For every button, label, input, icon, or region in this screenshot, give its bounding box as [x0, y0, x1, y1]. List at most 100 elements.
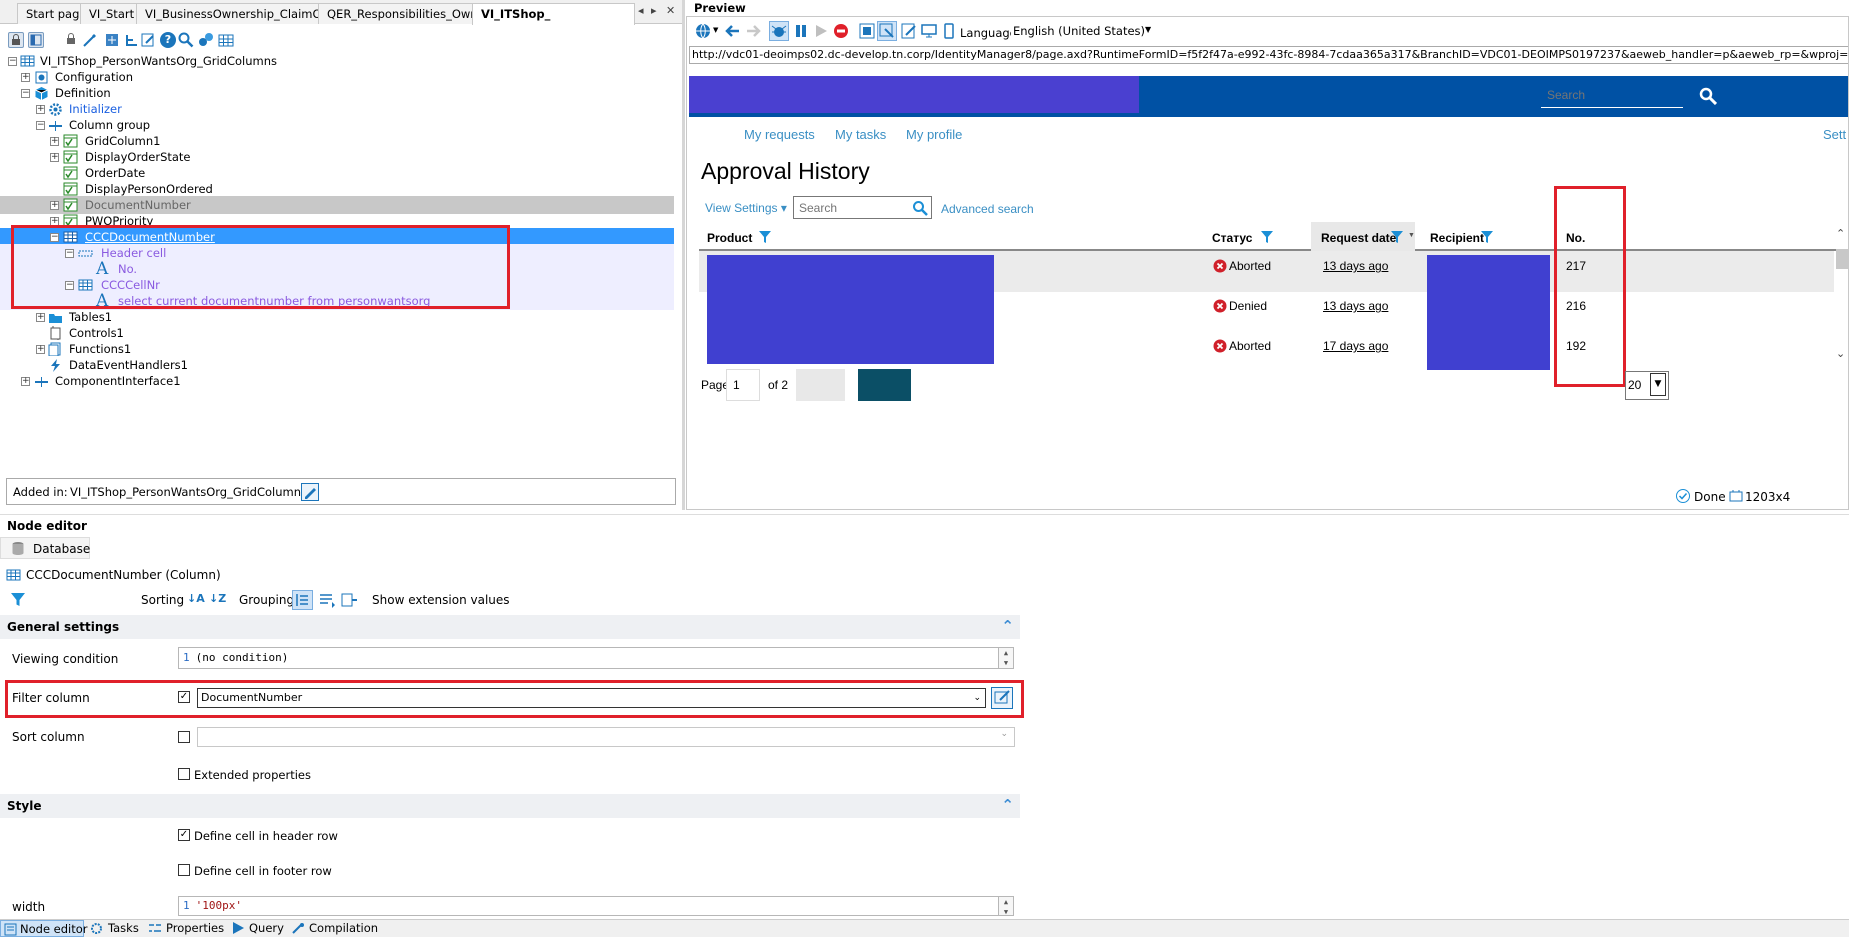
- mobile-icon[interactable]: [941, 23, 957, 39]
- collapse-chevron-icon[interactable]: ⌃: [1001, 619, 1014, 634]
- spinner-icon[interactable]: ▲ ▼: [998, 647, 1014, 669]
- extended-properties-checkbox[interactable]: [178, 768, 190, 780]
- search-icon[interactable]: [1699, 87, 1717, 105]
- nav-my-requests[interactable]: My requests: [744, 127, 815, 142]
- collapse-icon[interactable]: −: [21, 89, 30, 98]
- group-list-icon[interactable]: [318, 592, 336, 608]
- expand-icon[interactable]: +: [36, 105, 45, 114]
- tab-scroll-left-icon[interactable]: ◂: [638, 4, 644, 17]
- tree-icon[interactable]: [124, 32, 140, 48]
- group-category-button[interactable]: [292, 590, 313, 610]
- filter-column-checkbox[interactable]: ✓: [178, 691, 190, 703]
- column-header-recipient[interactable]: Recipient: [1430, 231, 1484, 245]
- view-settings-link[interactable]: View Settings ▾: [705, 201, 787, 215]
- tab-node-editor[interactable]: Node editor: [0, 920, 88, 937]
- expand-icon[interactable]: +: [50, 201, 59, 210]
- dropdown-arrow-icon[interactable]: ▼: [713, 26, 718, 34]
- expand-icon[interactable]: +: [50, 153, 59, 162]
- filter-column-select[interactable]: DocumentNumber ⌄: [197, 688, 986, 708]
- expand-icon[interactable]: +: [36, 345, 45, 354]
- url-bar[interactable]: http://vdc01-deoimps02.dc-develop.tn.cor…: [689, 46, 1848, 64]
- edit-added-in-button[interactable]: [301, 483, 319, 501]
- filter-icon[interactable]: [1390, 230, 1404, 244]
- page-number-input[interactable]: 1: [726, 369, 760, 401]
- build-icon[interactable]: [104, 32, 120, 48]
- desktop-icon[interactable]: [921, 23, 937, 39]
- layout-icon[interactable]: [28, 32, 44, 48]
- nav-my-tasks[interactable]: My tasks: [835, 127, 886, 142]
- define-footer-checkbox[interactable]: [178, 864, 190, 876]
- sort-column-checkbox[interactable]: [178, 731, 190, 743]
- wizard-icon[interactable]: [82, 32, 98, 48]
- tab-properties[interactable]: Properties: [148, 920, 228, 937]
- sort-desc-icon[interactable]: ▼: [1408, 232, 1415, 239]
- spinner-icon[interactable]: ▲ ▼: [998, 896, 1014, 916]
- nav-settings[interactable]: Sett: [1823, 127, 1846, 142]
- expand-icon[interactable]: +: [50, 137, 59, 146]
- filter-icon[interactable]: [1260, 230, 1274, 244]
- general-settings-header[interactable]: General settings ⌃: [0, 615, 1020, 639]
- lock-small-icon[interactable]: [64, 32, 80, 48]
- nav-my-profile[interactable]: My profile: [906, 127, 962, 142]
- scroll-up-icon[interactable]: ⌃: [1836, 227, 1845, 240]
- grid-icon[interactable]: [218, 32, 234, 48]
- search-icon[interactable]: [178, 32, 194, 48]
- sort-column-select[interactable]: ⌄: [197, 727, 1015, 747]
- group-tree-icon[interactable]: [340, 592, 358, 608]
- show-extension-values-button[interactable]: Show extension values: [372, 593, 510, 607]
- tree-node-componentinterface1[interactable]: + ComponentInterface1: [0, 372, 674, 390]
- edit-form-icon[interactable]: [901, 23, 917, 39]
- language-select[interactable]: English (United States) ▼: [1011, 22, 1157, 40]
- sort-asc-icon[interactable]: ↓A: [187, 592, 205, 605]
- sort-desc-icon[interactable]: ↓Z: [209, 592, 226, 605]
- search-icon[interactable]: [912, 200, 928, 216]
- grid-scrollbar[interactable]: ⌃ ⌄: [1833, 227, 1848, 367]
- expand-icon[interactable]: +: [36, 313, 45, 322]
- scroll-thumb[interactable]: [1836, 249, 1848, 269]
- back-arrow-icon[interactable]: [725, 23, 741, 39]
- edit-icon[interactable]: [140, 32, 156, 48]
- next-page-button[interactable]: [858, 369, 911, 401]
- database-tab[interactable]: Database: [0, 537, 90, 559]
- frame-icon[interactable]: [859, 23, 875, 39]
- expand-icon[interactable]: +: [21, 73, 30, 82]
- advanced-search-link[interactable]: Advanced search: [941, 202, 1034, 216]
- globe-icon[interactable]: [695, 23, 711, 39]
- help-icon[interactable]: ?: [160, 32, 176, 48]
- grid-search-box[interactable]: [793, 196, 932, 219]
- style-header[interactable]: Style ⌃: [0, 794, 1020, 818]
- filter-column-edit-button[interactable]: [991, 687, 1013, 709]
- grid-search-input[interactable]: [794, 197, 906, 218]
- collapse-chevron-icon[interactable]: ⌃: [1001, 798, 1014, 813]
- tab-vi-start[interactable]: VI_Start: [80, 3, 144, 24]
- tab-query[interactable]: Query: [231, 920, 284, 937]
- request-date-link[interactable]: 13 days ago: [1323, 259, 1388, 273]
- scroll-down-icon[interactable]: ⌄: [1836, 347, 1845, 360]
- column-header-status[interactable]: Статус: [1212, 231, 1252, 245]
- close-tab-icon[interactable]: ✕: [666, 4, 675, 17]
- column-header-request-date[interactable]: Request date ▼: [1311, 222, 1415, 251]
- tab-scroll-right-icon[interactable]: ▸: [651, 4, 657, 17]
- site-search-input[interactable]: [1541, 82, 1683, 108]
- splitter[interactable]: [682, 0, 685, 510]
- tab-compilation[interactable]: Compilation: [291, 920, 381, 937]
- request-date-link[interactable]: 17 days ago: [1323, 339, 1388, 353]
- expand-icon[interactable]: +: [21, 377, 30, 386]
- page-size-select[interactable]: 20 ▼: [1625, 371, 1670, 401]
- pause-icon[interactable]: [793, 23, 809, 39]
- request-date-link[interactable]: 13 days ago: [1323, 299, 1388, 313]
- collapse-icon[interactable]: −: [36, 121, 45, 130]
- viewing-condition-field[interactable]: 1 (no condition) ▲ ▼: [178, 647, 1014, 669]
- lock-icon[interactable]: [8, 32, 24, 48]
- stop-icon[interactable]: [833, 23, 849, 39]
- tab-tasks[interactable]: Tasks: [90, 920, 142, 937]
- filter-icon[interactable]: [758, 230, 772, 244]
- forward-arrow-icon[interactable]: [745, 23, 761, 39]
- filter-icon[interactable]: [10, 592, 26, 608]
- width-field[interactable]: 1'100px' ▲ ▼: [178, 896, 1014, 916]
- prev-page-button[interactable]: [796, 369, 845, 401]
- debug-button[interactable]: [769, 21, 789, 41]
- tab-vi-itshop[interactable]: VI_ITShop_: [472, 3, 635, 25]
- link-icon[interactable]: [198, 32, 214, 48]
- filter-icon[interactable]: [1480, 230, 1494, 244]
